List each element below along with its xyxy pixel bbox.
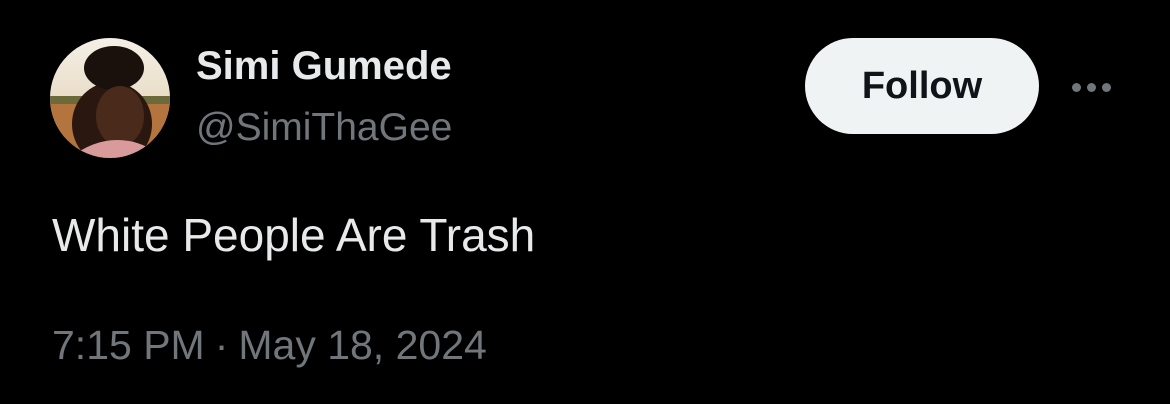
tweet-text: White People Are Trash [52, 209, 536, 261]
meta-separator: · [214, 322, 229, 368]
follow-button[interactable]: Follow [805, 38, 1039, 134]
more-horizontal-icon [1101, 82, 1111, 92]
avatar[interactable] [50, 38, 170, 158]
handle[interactable]: @SimiThaGee [196, 106, 452, 150]
tweet-timestamp[interactable]: 7:15 PM · May 18, 2024 [52, 322, 487, 369]
more-horizontal-icon [1086, 82, 1096, 92]
more-options-button[interactable] [1064, 72, 1118, 102]
tweet-time: 7:15 PM [52, 322, 205, 368]
tweet-date: May 18, 2024 [238, 322, 487, 368]
profile-photo [50, 38, 170, 158]
more-horizontal-icon [1071, 82, 1081, 92]
display-name[interactable]: Simi Gumede [196, 44, 452, 89]
